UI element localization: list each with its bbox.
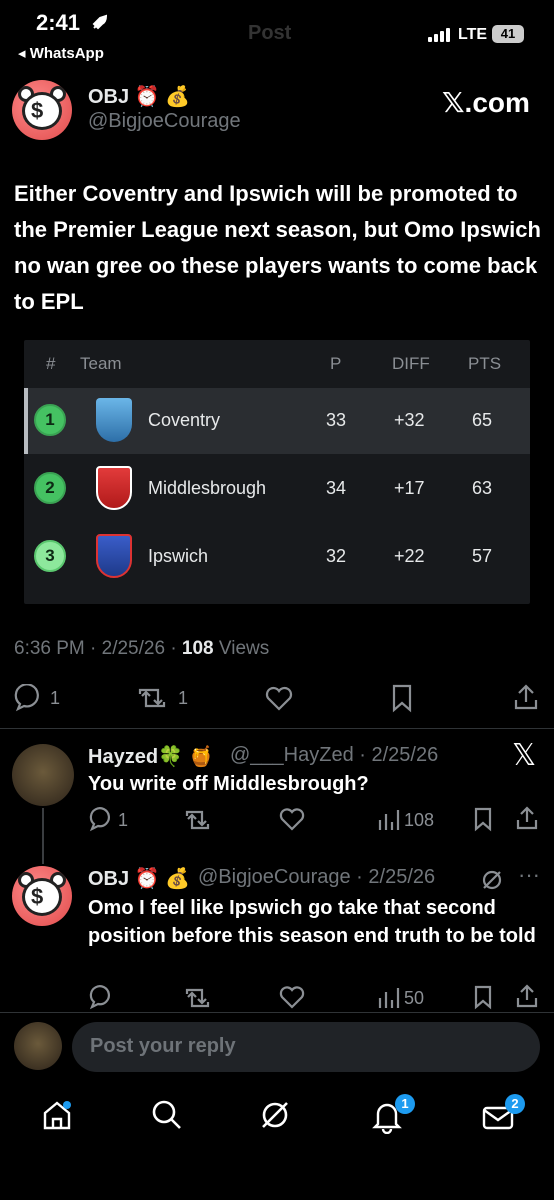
reply-text: You write off Middlesbrough? [88,773,369,795]
repost-count: 1 [178,688,189,708]
divider [0,1012,554,1013]
diff-value: +17 [394,478,425,498]
share-icon[interactable] [514,982,540,1010]
post-meta: 6:36 PM · 2/25/26 · 108 Views [14,638,269,660]
reply-avatar[interactable]: $ [12,866,72,926]
my-avatar [14,1022,62,1070]
reply-author-name[interactable]: Hayzed🍀 🍯 [88,744,213,769]
notifications-badge: 1 [395,1094,415,1114]
search-icon[interactable] [150,1098,184,1132]
coventry-crest-icon [96,398,132,442]
points-value: 65 [472,410,493,430]
diff-value: +32 [394,410,425,430]
views-label: Views [213,638,270,659]
rank-badge: 2 [34,472,66,504]
share-icon[interactable] [512,682,540,712]
repost-icon[interactable] [134,684,170,712]
status-time: 2:41 [36,10,81,35]
back-to-whatsapp[interactable]: ◂ WhatsApp [18,44,104,62]
team-name: Ipswich [148,546,209,566]
reply-count: 1 [50,688,61,708]
home-icon[interactable] [40,1098,74,1132]
composer-placeholder: Post your reply [90,1035,236,1057]
col-points: PTS [468,354,502,373]
post-timestamp: 6:36 PM · 2/25/26 · [14,638,182,659]
team-name: Middlesbrough [148,478,267,498]
author-handle[interactable]: @BigjoeCourage [88,110,241,133]
more-options-icon[interactable]: ··· [518,862,540,888]
rank-badge: 3 [34,540,66,572]
thread-line [42,808,44,864]
reply-author-name[interactable]: OBJ ⏰ 💰 [88,866,190,891]
bookmark-icon[interactable] [472,984,494,1010]
reply-avatar[interactable] [12,744,74,806]
like-icon[interactable] [264,684,294,712]
repost-icon[interactable] [182,808,214,832]
played-value: 32 [326,546,347,566]
reply-icon[interactable] [88,984,114,1010]
view-count: 108 [181,638,214,659]
x-logo-link[interactable]: 𝕏.com [442,86,530,119]
played-value: 34 [326,478,347,498]
reply-view-count: 108 [404,810,435,830]
table-row: 1 Coventry 33 +32 65 [24,388,530,454]
x-close-icon[interactable]: 𝕏 [512,738,536,773]
repost-icon[interactable] [182,986,214,1010]
like-icon[interactable] [278,806,306,832]
network-label: LTE [458,26,488,43]
share-icon[interactable] [514,804,540,832]
analytics-icon[interactable] [376,808,400,832]
diff-value: +22 [394,546,425,566]
col-team: Team [80,354,122,373]
reply-view-count: 50 [404,988,425,1008]
divider [0,728,554,729]
battery-icon: 41 [492,25,524,43]
league-table-image[interactable]: # Team P DIFF PTS 1 Coventry 33 +32 65 2… [24,340,530,604]
col-played: P [330,354,342,373]
author-name[interactable]: OBJ ⏰ 💰 [88,84,190,109]
signal-icon [428,28,452,42]
col-diff: DIFF [392,354,430,373]
middlesbrough-crest-icon [96,466,132,510]
reply-icon[interactable] [88,806,114,832]
ipswich-crest-icon [96,534,132,578]
author-avatar[interactable]: $ [12,80,72,140]
grok-icon[interactable] [480,868,504,892]
points-value: 57 [472,546,493,566]
reply-count: 1 [118,810,129,830]
grok-icon[interactable] [258,1098,292,1132]
post-text: Either Coventry and Ipswich will be prom… [14,181,541,314]
bookmark-icon[interactable] [390,683,414,713]
team-name: Coventry [148,410,221,430]
reply-author-meta[interactable]: @BigjoeCourage · 2/25/26 [198,866,435,889]
table-row: 3 Ipswich 32 +22 57 [24,524,530,590]
messages-badge: 2 [505,1094,525,1114]
reply-icon[interactable] [14,684,42,712]
like-icon[interactable] [278,984,306,1010]
table-row: 2 Middlesbrough 34 +17 63 [24,456,530,522]
played-value: 33 [326,410,347,430]
analytics-icon[interactable] [376,986,400,1010]
col-rank: # [46,354,56,373]
bookmark-icon[interactable] [472,806,494,832]
reply-author-meta[interactable]: @___HayZed · 2/25/26 [230,744,438,767]
reply-text: Omo I feel like Ipswich go take that sec… [88,897,536,947]
reply-composer-input[interactable]: Post your reply [72,1022,540,1072]
rank-badge: 1 [34,404,66,436]
rocket-icon [92,14,108,30]
faded-page-title: Post [248,22,292,44]
points-value: 63 [472,478,493,498]
